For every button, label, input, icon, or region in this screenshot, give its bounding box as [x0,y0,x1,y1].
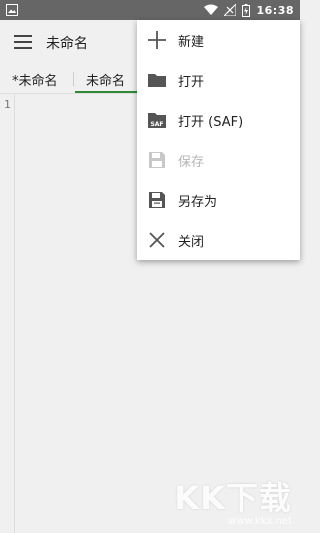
menu-item-open-saf[interactable]: SAF 打开 (SAF) [137,100,300,140]
menu-item-close[interactable]: 关闭 [137,220,300,260]
wifi-icon [204,4,219,15]
battery-icon [242,3,251,17]
watermark-url: www.kkx.net [228,516,292,527]
menu-item-label: 打开 [178,75,205,90]
close-icon [149,232,165,248]
menu-item-new[interactable]: 新建 [137,20,300,60]
line-number-gutter: 1 [0,94,15,533]
save-icon [149,152,165,168]
tab-unnamed-active[interactable]: 未命名 [86,70,125,89]
status-bar: 16:38 [0,0,300,20]
folder-icon [148,74,166,87]
tab-divider [73,72,74,86]
image-icon [6,4,18,16]
signal-icon [224,4,237,16]
watermark-logo: KK下载 [174,479,292,517]
plus-icon [148,31,166,49]
menu-item-label: 新建 [178,35,205,50]
folder-saf-icon: SAF [148,113,166,128]
watermark: KK下载 www.kkx.net [174,481,292,527]
menu-item-label: 关闭 [178,235,205,250]
status-time: 16:38 [256,3,294,17]
menu-item-save-as[interactable]: 另存为 [137,180,300,220]
menu-item-open[interactable]: 打开 [137,60,300,100]
menu-item-label: 打开 (SAF) [178,115,244,130]
save-as-icon [149,192,165,208]
page-title: 未命名 [46,36,88,52]
hamburger-icon[interactable] [14,35,32,49]
tab-unnamed-modified[interactable]: *未命名 [12,70,58,89]
svg-text:SAF: SAF [150,121,163,128]
line-number: 1 [4,98,11,111]
menu-item-save[interactable]: 保存 [137,140,300,180]
menu-item-label: 保存 [178,155,205,170]
menu-item-label: 另存为 [178,195,218,210]
overflow-menu: 新建 打开 SAF 打开 (SAF) 保存 另存为 关闭 [137,20,300,260]
